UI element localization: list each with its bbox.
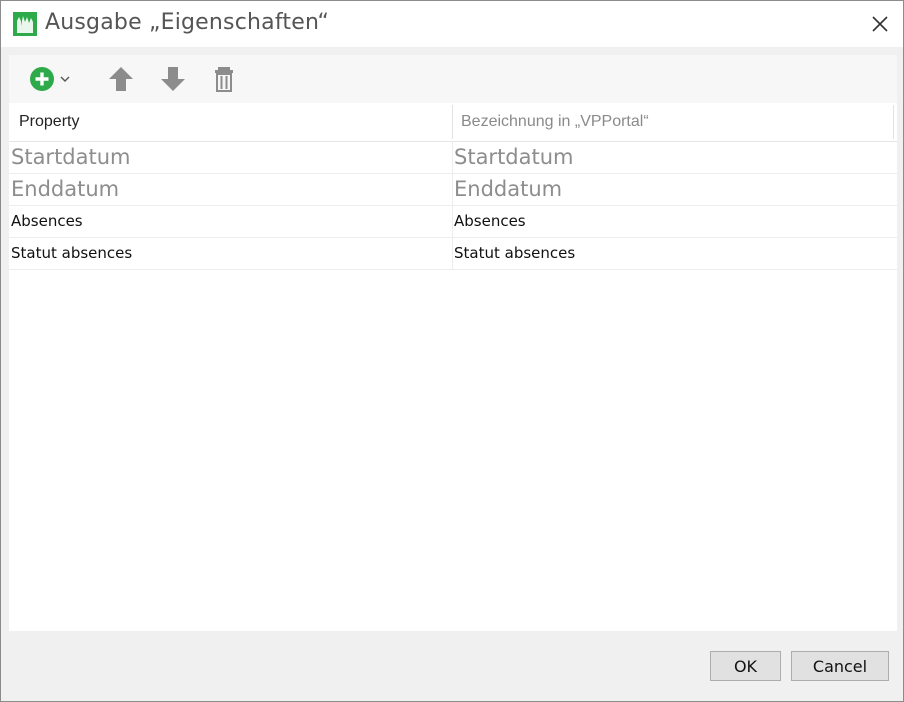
cell-divider: [452, 142, 453, 173]
label-cell[interactable]: Enddatum: [454, 174, 562, 205]
label-cell[interactable]: Startdatum: [454, 142, 574, 173]
move-up-button[interactable]: [107, 65, 135, 93]
toolbar: [9, 55, 897, 103]
table-header: Property Bezeichnung in „VPPortal“: [9, 103, 897, 142]
table-row[interactable]: Enddatum Enddatum: [9, 174, 897, 206]
ok-button[interactable]: OK: [710, 651, 781, 681]
property-cell[interactable]: Statut absences: [11, 238, 132, 269]
content-panel: Property Bezeichnung in „VPPortal“ Start…: [9, 55, 897, 631]
cell-divider: [452, 238, 453, 269]
column-header-property[interactable]: Property: [19, 103, 79, 141]
trash-icon: [215, 67, 233, 92]
chevron-down-icon[interactable]: [58, 72, 72, 86]
close-icon: [872, 16, 888, 32]
cell-divider: [452, 206, 453, 237]
property-cell[interactable]: Enddatum: [11, 174, 119, 205]
arrow-down-icon: [161, 67, 185, 91]
arrow-up-icon: [109, 67, 133, 91]
label-cell[interactable]: Statut absences: [454, 238, 575, 269]
column-divider[interactable]: [893, 105, 894, 139]
cell-divider: [452, 174, 453, 205]
app-logo-icon: [13, 12, 37, 36]
table-row[interactable]: Startdatum Startdatum: [9, 142, 897, 174]
properties-table: Property Bezeichnung in „VPPortal“ Start…: [9, 103, 897, 631]
column-header-label[interactable]: Bezeichnung in „VPPortal“: [461, 103, 649, 141]
column-divider[interactable]: [452, 105, 453, 139]
add-icon: [30, 67, 54, 91]
title-bar: Ausgabe „Eigenschaften“: [1, 1, 903, 47]
close-button[interactable]: [863, 7, 897, 41]
property-cell[interactable]: Startdatum: [11, 142, 131, 173]
dialog-window: Ausgabe „Eigenschaften“ Property Bezeich…: [0, 0, 904, 702]
add-button[interactable]: [29, 65, 72, 93]
property-cell[interactable]: Absences: [11, 206, 83, 237]
delete-button[interactable]: [213, 65, 235, 93]
cancel-button[interactable]: Cancel: [791, 651, 889, 681]
move-down-button[interactable]: [159, 65, 187, 93]
table-row[interactable]: Absences Absences: [9, 206, 897, 238]
label-cell[interactable]: Absences: [454, 206, 526, 237]
window-title: Ausgabe „Eigenschaften“: [45, 10, 330, 35]
table-row[interactable]: Statut absences Statut absences: [9, 238, 897, 270]
